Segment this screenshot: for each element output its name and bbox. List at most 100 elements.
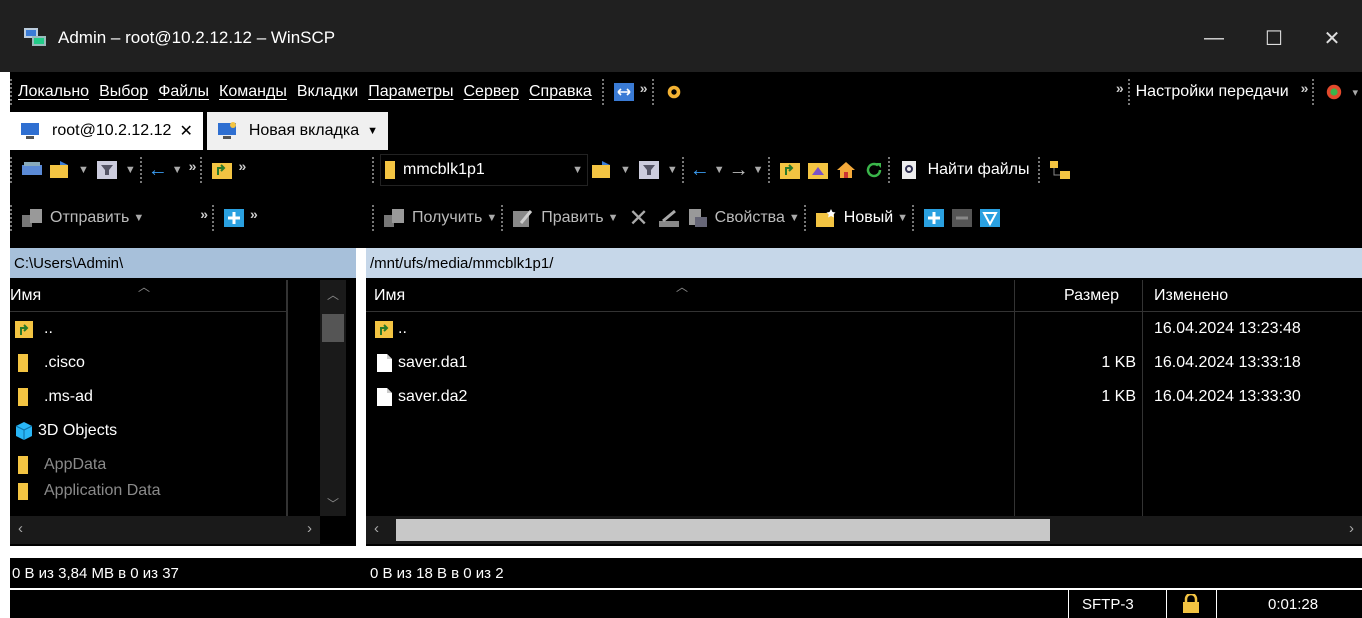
- menu-files[interactable]: Файлы: [158, 83, 209, 101]
- scroll-left-icon[interactable]: ‹: [374, 520, 379, 537]
- dropdown-caret-icon[interactable]: ▾: [1352, 86, 1358, 99]
- back-arrow-icon[interactable]: ←: [690, 159, 710, 182]
- menu-local[interactable]: Локально: [18, 83, 89, 101]
- invert-selection-icon[interactable]: [980, 209, 1001, 227]
- remote-horizontal-scrollbar[interactable]: ‹ ›: [366, 516, 1362, 544]
- compare-icon[interactable]: [613, 83, 634, 101]
- remote-column-size[interactable]: Размер: [1064, 287, 1119, 305]
- scrollbar-thumb[interactable]: [322, 314, 344, 342]
- menu-help[interactable]: Справка: [529, 83, 592, 101]
- tab-session[interactable]: root@10.2.12.12 ✕: [10, 112, 203, 150]
- menu-tabs[interactable]: Вкладки: [297, 83, 358, 101]
- menu-remote[interactable]: Сервер: [464, 83, 519, 101]
- local-column-name[interactable]: Имя ︿: [10, 280, 286, 312]
- upload-icon[interactable]: [22, 209, 42, 227]
- properties-button[interactable]: Свойства: [715, 209, 785, 227]
- local-horizontal-scrollbar[interactable]: ‹ ›: [10, 516, 320, 544]
- new-folder-icon[interactable]: [815, 209, 836, 227]
- more-chevron-icon[interactable]: »: [189, 158, 197, 174]
- add-icon[interactable]: [224, 209, 245, 227]
- refresh-icon[interactable]: [864, 161, 884, 179]
- minimize-button[interactable]: —: [1184, 18, 1244, 58]
- local-path-bar[interactable]: C:\Users\Admin\: [10, 248, 356, 278]
- find-files-button[interactable]: Найти файлы: [928, 161, 1030, 179]
- rename-icon[interactable]: [658, 209, 679, 227]
- more-chevron-icon[interactable]: »: [1116, 80, 1124, 96]
- panel-splitter[interactable]: [356, 248, 366, 558]
- remote-path-bar[interactable]: /mnt/ufs/media/mmcblk1p1/: [366, 248, 1362, 278]
- scroll-left-icon[interactable]: ‹: [18, 520, 23, 537]
- close-tab-icon[interactable]: ✕: [179, 121, 192, 141]
- more-chevron-icon[interactable]: »: [1301, 80, 1309, 96]
- forward-arrow-icon[interactable]: →: [729, 159, 749, 182]
- new-button[interactable]: Новый: [844, 209, 893, 227]
- dropdown-caret-icon[interactable]: ▼: [714, 164, 725, 176]
- download-icon[interactable]: [384, 209, 404, 227]
- open-folder-icon[interactable]: [50, 161, 70, 179]
- receive-button[interactable]: Получить: [412, 209, 482, 227]
- scroll-right-icon[interactable]: ›: [1349, 520, 1354, 537]
- remote-column-name[interactable]: Имя: [374, 287, 405, 305]
- local-drive-icon[interactable]: [22, 161, 42, 179]
- more-chevron-icon[interactable]: »: [238, 158, 246, 174]
- scroll-up-icon[interactable]: ︿: [320, 286, 346, 303]
- dropdown-caret-icon[interactable]: ▼: [125, 164, 136, 176]
- filter-icon[interactable]: [96, 161, 117, 179]
- remote-column-modified[interactable]: Изменено: [1154, 287, 1228, 305]
- remote-file-row[interactable]: saver.da2 1 KB 16.04.2024 13:33:30: [366, 380, 1362, 414]
- edit-icon[interactable]: [513, 209, 533, 227]
- more-chevron-icon[interactable]: »: [640, 80, 648, 96]
- dropdown-caret-icon[interactable]: ▼: [78, 164, 89, 176]
- send-button[interactable]: Отправить: [50, 209, 129, 227]
- transfer-settings-button[interactable]: Настройки передачи: [1136, 83, 1289, 101]
- tree-view-icon[interactable]: [1049, 161, 1070, 179]
- local-file-row[interactable]: AppData: [10, 448, 286, 482]
- dropdown-caret-icon: ▼: [572, 164, 583, 176]
- local-file-row[interactable]: .cisco: [10, 346, 286, 380]
- remote-directory-dropdown[interactable]: mmcblk1p1 ▼: [380, 154, 588, 186]
- local-file-row[interactable]: 3D Objects: [10, 414, 286, 448]
- root-directory-icon[interactable]: [807, 161, 828, 179]
- dropdown-caret-icon[interactable]: ▼: [133, 212, 144, 224]
- local-file-row[interactable]: Application Data: [10, 482, 286, 500]
- parent-directory-icon[interactable]: [779, 161, 800, 179]
- close-button[interactable]: ✕: [1302, 18, 1362, 58]
- tab-new[interactable]: Новая вкладка ▼: [206, 112, 389, 150]
- sync-icon[interactable]: [1324, 83, 1344, 101]
- scroll-right-icon[interactable]: ›: [307, 520, 312, 537]
- local-file-row[interactable]: ..: [10, 312, 286, 346]
- open-folder-icon[interactable]: [592, 161, 612, 179]
- lock-icon[interactable]: [1182, 594, 1200, 614]
- gear-icon[interactable]: [664, 83, 684, 101]
- dropdown-caret-icon[interactable]: ▼: [172, 164, 183, 176]
- scroll-down-icon[interactable]: ﹀: [320, 495, 346, 512]
- more-chevron-icon[interactable]: »: [200, 206, 208, 222]
- home-icon[interactable]: [836, 161, 856, 179]
- maximize-button[interactable]: ☐: [1244, 18, 1304, 58]
- scrollbar-thumb[interactable]: [396, 519, 1050, 541]
- remote-file-row[interactable]: saver.da1 1 KB 16.04.2024 13:33:18: [366, 346, 1362, 380]
- delete-icon[interactable]: ✕: [629, 204, 649, 233]
- local-file-row[interactable]: .ms-ad: [10, 380, 286, 414]
- back-arrow-icon[interactable]: ←: [148, 159, 168, 182]
- dropdown-caret-icon[interactable]: ▼: [620, 164, 631, 176]
- dropdown-caret-icon[interactable]: ▼: [897, 212, 908, 224]
- dropdown-caret-icon[interactable]: ▼: [486, 212, 497, 224]
- dropdown-caret-icon[interactable]: ▼: [753, 164, 764, 176]
- remote-file-row[interactable]: .. 16.04.2024 13:23:48: [366, 312, 1362, 346]
- parent-directory-icon[interactable]: [212, 161, 233, 179]
- menu-mark[interactable]: Выбор: [99, 83, 148, 101]
- dropdown-caret-icon[interactable]: ▼: [608, 212, 619, 224]
- deselect-icon[interactable]: [952, 209, 973, 227]
- menu-options[interactable]: Параметры: [368, 83, 453, 101]
- more-chevron-icon[interactable]: »: [250, 206, 258, 222]
- dropdown-caret-icon[interactable]: ▼: [789, 212, 800, 224]
- find-files-icon[interactable]: [900, 161, 920, 179]
- local-vertical-scrollbar[interactable]: ︿ ﹀: [320, 280, 346, 516]
- menu-commands[interactable]: Команды: [219, 83, 287, 101]
- select-all-icon[interactable]: [924, 209, 945, 227]
- filter-icon[interactable]: [638, 161, 659, 179]
- dropdown-caret-icon[interactable]: ▼: [667, 164, 678, 176]
- properties-icon[interactable]: [687, 209, 707, 227]
- edit-button[interactable]: Править: [541, 209, 603, 227]
